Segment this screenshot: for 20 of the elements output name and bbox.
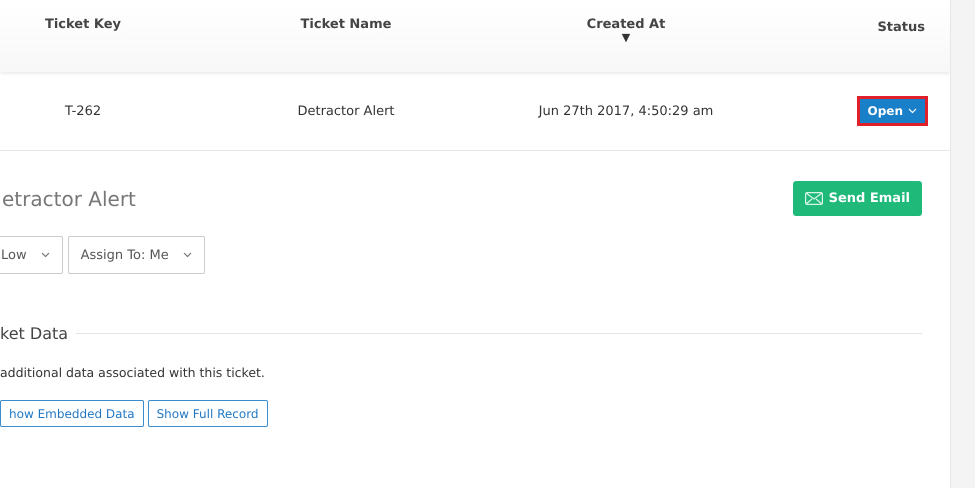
show-data-button[interactable]: how Embedded Data bbox=[0, 400, 144, 427]
description-text: additional data associated with this ticket. bbox=[0, 365, 266, 380]
chevron-down-icon bbox=[40, 252, 50, 258]
chevron-down-icon bbox=[182, 252, 192, 258]
ticket-title: etractor Alert bbox=[2, 186, 136, 210]
column-header[interactable]: Status bbox=[877, 20, 925, 35]
column-header[interactable]: Ticket Name bbox=[300, 17, 392, 32]
table-cell: Jun 27th 2017, 4:50:29 am bbox=[538, 104, 714, 118]
show-data-button[interactable]: Show Full Record bbox=[148, 400, 268, 427]
envelope-icon bbox=[804, 192, 823, 205]
dropdown[interactable]: Low bbox=[0, 236, 63, 274]
column-header[interactable]: Ticket Key bbox=[44, 17, 122, 32]
table-cell: Detractor Alert bbox=[297, 104, 395, 118]
sort-arrow: ▼ bbox=[622, 32, 630, 44]
table-cell: T-262 bbox=[64, 104, 102, 118]
dropdown[interactable]: Assign To: Me bbox=[68, 236, 205, 274]
status-dropdown[interactable]: Open bbox=[860, 99, 925, 123]
section-heading: ket Data bbox=[0, 324, 68, 343]
column-header[interactable]: Created At bbox=[586, 17, 666, 32]
chevron-down-icon bbox=[908, 108, 917, 114]
